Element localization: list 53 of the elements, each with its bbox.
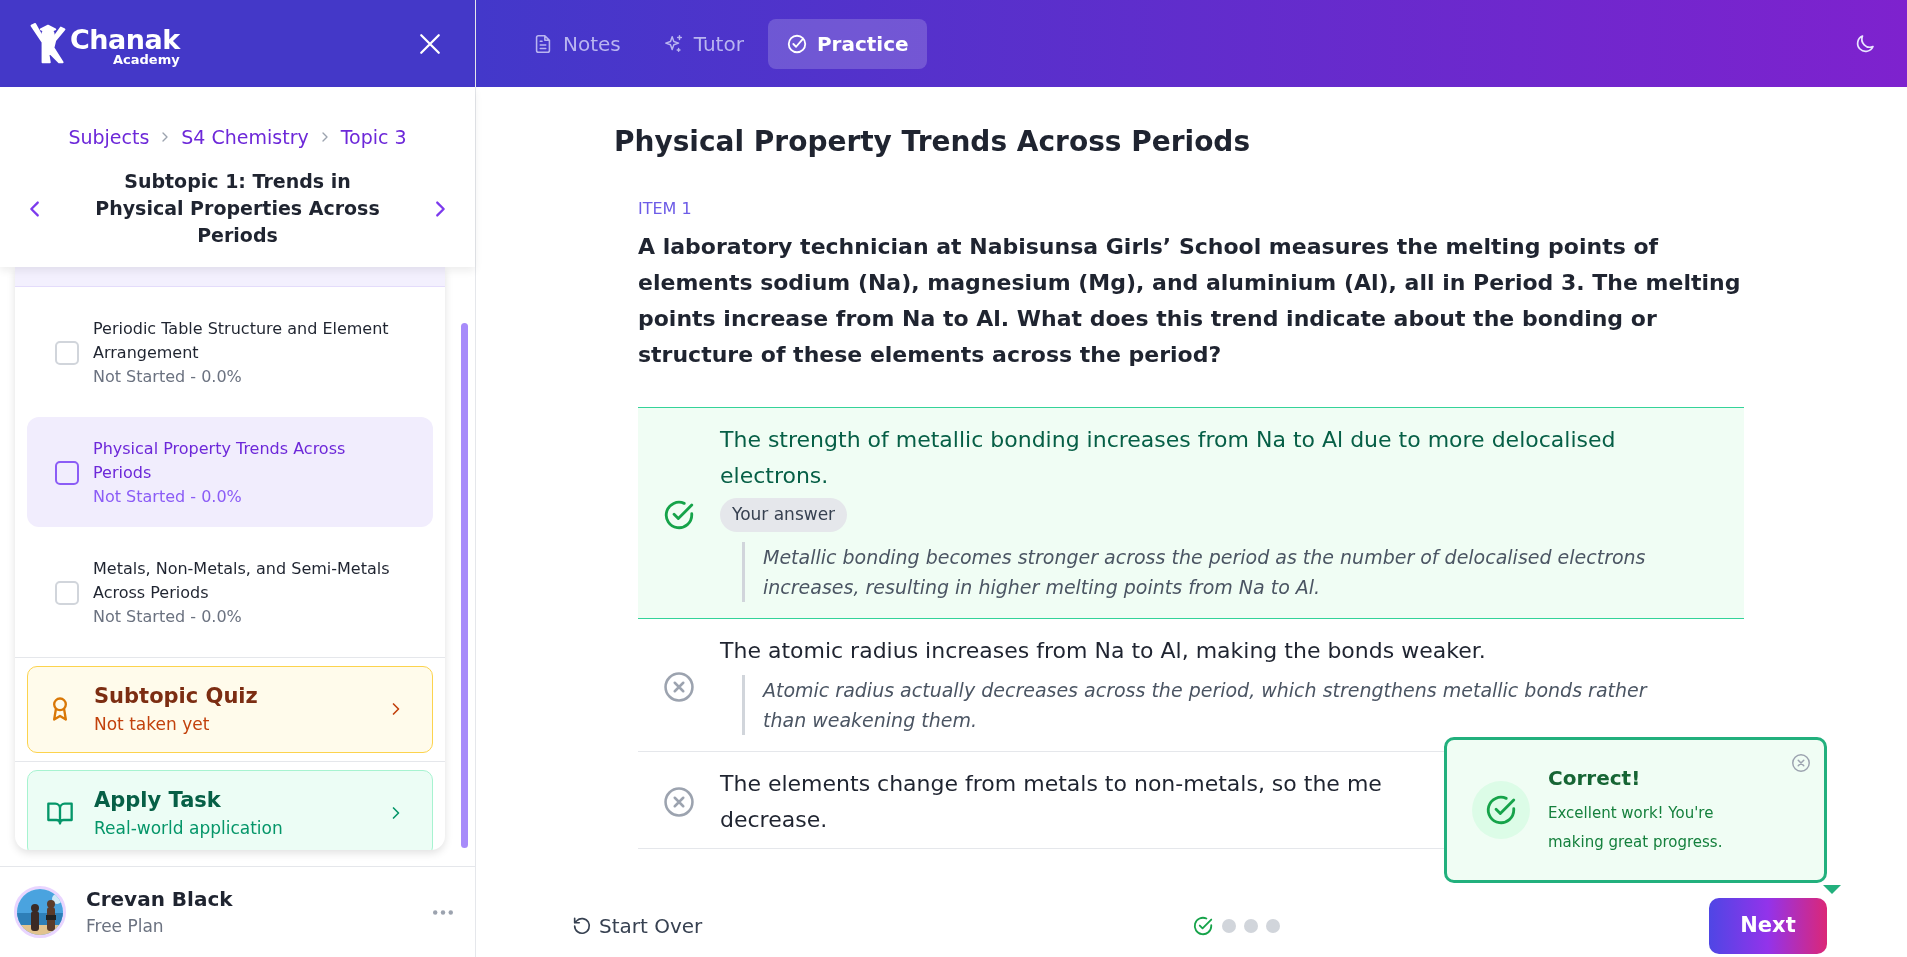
x-circle-icon (662, 669, 696, 704)
lesson-status: Not Started - 0.0% (93, 605, 243, 628)
breadcrumb-link[interactable]: Subjects (68, 123, 150, 152)
option-text: The strength of metallic bonding increases from Na to Al due to more delocalised electrons. (720, 426, 1617, 490)
progress-dot (1221, 919, 1236, 933)
lesson-item[interactable]: Periodic Table Structure and Element Arrangement Not Started - 0.0% (27, 296, 433, 407)
toast-title: Correct! (1548, 765, 1642, 792)
answer-option[interactable] (638, 407, 1744, 619)
user-name: Crevan Black (86, 886, 234, 914)
toast-pointer (1823, 885, 1841, 894)
subtopic-title: Subtopic 1: Trends in Physical Properties Across Periods (94, 168, 381, 248)
sparkles-icon (662, 32, 685, 55)
tab[interactable]: Practice (767, 18, 927, 69)
activity-subtitle: Real-world application (94, 817, 284, 840)
your-answer-tag: Your answer (720, 498, 848, 532)
activity-title: Apply Task (94, 786, 222, 814)
check-circle-icon (785, 32, 808, 55)
activity-card[interactable]: Subtopic Quiz Not taken yet (27, 665, 433, 753)
next-button[interactable]: Next (1709, 898, 1827, 954)
question-text: A laboratory technician at Nabisunsa Girls’ School measures the melting points of elements sodium (Na), magnesium (Mg), and aluminium (Al), all in Period 3. The melting points increase from Na to Al. What does this trend indicate about the bonding or structure of these elements across the period? (638, 233, 1742, 369)
activity-card[interactable]: Apply Task Real-world application (27, 769, 433, 850)
x-circle-icon (662, 784, 696, 819)
lesson-item[interactable]: Metals, Non-Metals, and Semi-Metals Across Periods Not Started - 0.0% (27, 536, 433, 647)
lesson-item[interactable]: Physical Property Trends Across Periods Not Started - 0.0% (27, 416, 433, 527)
logo-tagline: Academy (112, 52, 180, 66)
check-circle-icon (1484, 793, 1518, 827)
progress-dot (1243, 919, 1258, 933)
explanation-text: Metallic bonding becomes stronger across the period as the number of delocalised electrons increases, resulting in higher melting points from Na to Al. (742, 541, 1682, 602)
tab[interactable]: Tutor (644, 18, 762, 69)
tab[interactable]: Notes (514, 18, 639, 69)
lesson-status: Not Started - 0.0% (93, 365, 243, 388)
start-over-button[interactable]: Start Over (571, 911, 703, 941)
item-label: ITEM 1 (638, 198, 693, 220)
checkbox[interactable] (55, 460, 79, 485)
lesson-title: Metals, Non-Metals, and Semi-Metals Across Periods (93, 557, 391, 604)
lesson-status: Not Started - 0.0% (93, 485, 243, 508)
user-plan: Free Plan (86, 915, 165, 939)
activity-subtitle: Not taken yet (94, 713, 211, 736)
logo-name: Chanak (70, 25, 180, 53)
option-text: The atomic radius increases from Na to Al, making the bonds weaker. (720, 636, 1486, 665)
page-title: Physical Property Trends Across Periods (614, 124, 1252, 160)
more-icon (433, 910, 453, 915)
close-icon (1790, 752, 1812, 774)
explanation-text: Atomic radius actually decreases across the period, which strengthens metallic bonds rather than weakening them. (742, 674, 1682, 735)
restart-icon (571, 915, 593, 937)
activity-title: Subtopic Quiz (94, 682, 259, 710)
breadcrumb-link[interactable]: Topic 3 (340, 123, 407, 152)
lesson-title: Periodic Table Structure and Element Arrangement (93, 317, 390, 364)
breadcrumb-link[interactable]: S4 Chemistry (181, 123, 309, 152)
progress-dot (1265, 919, 1280, 933)
progress-check-icon (1191, 915, 1214, 937)
option-text: The elements change from metals to non-metals, so the me decrease. (720, 769, 1382, 834)
lesson-title: Physical Property Trends Across Periods (93, 437, 347, 484)
